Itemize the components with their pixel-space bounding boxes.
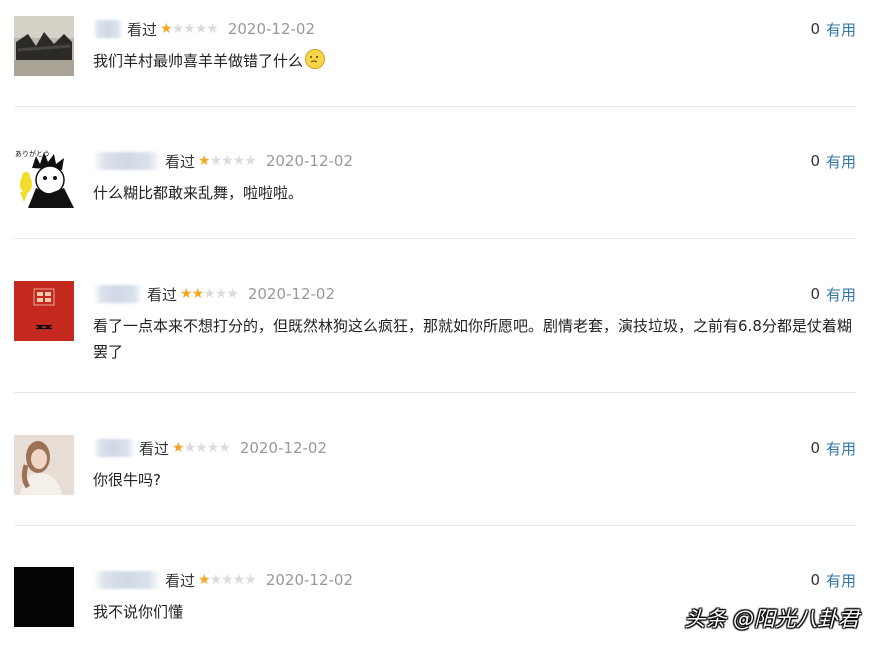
star-icon: ★ [172,440,185,456]
useful-vote: 0 有用 [810,435,856,461]
divider [14,392,856,393]
review-date: 2020-12-02 [239,439,328,457]
star-icon: ★ [198,153,211,169]
rating-stars: ★ ★ ★ ★ ★ [160,21,219,37]
useful-count: 0 [810,285,820,303]
star-icon: ★ [198,572,211,588]
watched-status: 看过 [139,439,170,458]
star-icon: ★ [183,21,196,37]
useful-count: 0 [810,439,820,457]
star-icon: ★ [180,286,193,302]
review-text: 看了一点本来不想打分的，但既然林狗这么疯狂，那就如你所愿吧。剧情老套，演技垃圾，… [93,317,852,361]
useful-vote: 0 有用 [810,567,856,593]
star-icon: ★ [244,153,257,169]
star-icon: ★ [226,286,239,302]
watermark: 头条 @阳光八卦君 [684,607,859,631]
username-blurred[interactable] [93,571,161,589]
review-item: 看过 ★ ★ ★ ★ ★ 2020-12-02 0 有用 看了一点本来不想打分的，但既然… [14,281,856,371]
sad-face-icon [305,49,326,69]
star-icon: ★ [221,153,234,169]
star-icon: ★ [194,21,208,37]
star-icon: ★ [160,21,173,37]
star-icon: ★ [195,440,208,456]
watched-status: 看过 [127,20,158,39]
star-icon: ★ [244,572,257,588]
star-icon: ★ [218,440,231,456]
username-blurred[interactable] [93,439,135,457]
rating-stars: ★ ★ ★ ★ ★ [198,572,257,588]
useful-count: 0 [810,152,820,170]
star-icon: ★ [209,153,223,169]
review-text: 你很牛吗? [93,471,161,489]
review-text-container: 我们羊村最帅喜羊羊做错了什么 [93,48,853,74]
avatar[interactable]: ありがとう [14,148,74,208]
review-text: 什么糊比都敢来乱舞，啦啦啦。 [93,184,304,202]
rating-stars: ★ ★ ★ ★ ★ [198,153,257,169]
review-item: ありがとう 看过 ★ ★ ★ ★ ★ 2020-12-02 0 有用 什么糊比都敢来乱舞… [14,148,856,218]
rating-stars: ★ ★ ★ ★ ★ [180,286,239,302]
review-date: 2020-12-02 [265,571,354,589]
useful-count: 0 [810,20,820,38]
star-icon: ★ [183,440,197,456]
username-blurred[interactable] [93,152,161,170]
useful-button[interactable]: 有用 [826,151,856,172]
useful-button[interactable]: 有用 [826,438,856,459]
review-item: 看过 ★ ★ ★ ★ ★ 2020-12-02 0 有用 你很牛吗? [14,435,856,505]
watched-status: 看过 [147,285,178,304]
star-icon: ★ [221,572,234,588]
useful-vote: 0 有用 [810,148,856,174]
rating-stars: ★ ★ ★ ★ ★ [172,440,231,456]
review-date: 2020-12-02 [247,285,336,303]
divider [14,238,856,239]
username-blurred[interactable] [93,20,123,38]
star-icon: ★ [232,153,246,169]
avatar[interactable] [14,281,74,341]
avatar[interactable] [14,567,74,627]
useful-vote: 0 有用 [810,281,856,307]
username-blurred[interactable] [93,285,143,303]
star-icon: ★ [232,572,246,588]
useful-button[interactable]: 有用 [826,570,856,591]
star-icon: ★ [191,286,205,302]
useful-button[interactable]: 有用 [826,19,856,40]
star-icon: ★ [206,21,219,37]
watched-status: 看过 [165,152,196,171]
star-icon: ★ [171,21,185,37]
review-item: 看过 ★ ★ ★ ★ ★ 2020-12-02 0 有用 我们羊村最帅喜羊羊做错了什么 [14,16,856,86]
watched-status: 看过 [165,571,196,590]
avatar[interactable] [14,16,74,76]
useful-vote: 0 有用 [810,16,856,42]
review-text: 我们羊村最帅喜羊羊做错了什么 [93,52,304,70]
useful-count: 0 [810,571,820,589]
review-date: 2020-12-02 [227,20,316,38]
star-icon: ★ [214,286,228,302]
divider [14,106,856,107]
star-icon: ★ [206,440,220,456]
star-icon: ★ [203,286,216,302]
divider [14,525,856,526]
useful-button[interactable]: 有用 [826,284,856,305]
svg-text:ありがとう: ありがとう [15,149,50,158]
review-date: 2020-12-02 [265,152,354,170]
star-icon: ★ [209,572,223,588]
avatar[interactable] [14,435,74,495]
